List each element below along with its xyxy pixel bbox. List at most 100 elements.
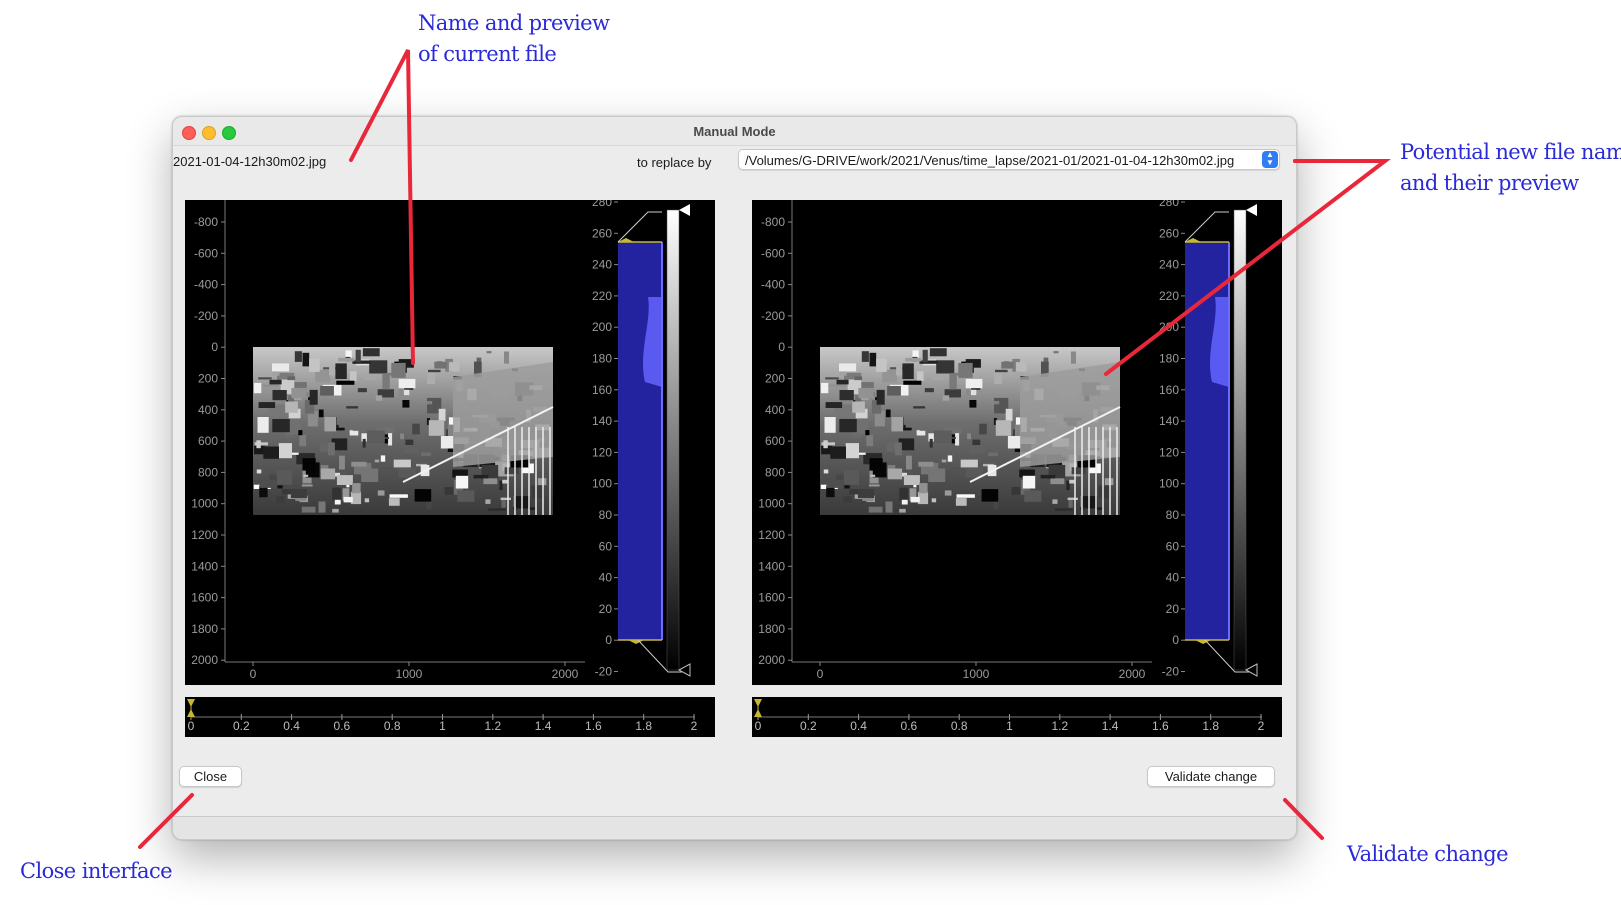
- image-detail: [421, 452, 431, 457]
- colorbar-top-handle-icon[interactable]: [679, 204, 690, 216]
- replacement-file-select[interactable]: /Volumes/G-DRIVE/work/2021/Venus/time_la…: [738, 149, 1280, 170]
- hist-tick-label: 0: [1172, 633, 1179, 647]
- slider-tick-label: 1.8: [635, 719, 652, 733]
- image-detail: [821, 382, 829, 394]
- image-detail: [257, 417, 269, 433]
- image-detail: [355, 349, 361, 363]
- colorbar-bottom-handle-icon[interactable]: [677, 663, 691, 677]
- annotation-new-file-line2: and their preview: [1400, 171, 1579, 195]
- image-detail: [272, 419, 290, 433]
- image-detail: [318, 501, 326, 513]
- image-detail: [327, 442, 335, 456]
- image-detail: [956, 494, 975, 498]
- image-detail: [969, 400, 977, 408]
- image-detail: [854, 376, 863, 381]
- annotation-validate: Validate change: [1347, 842, 1509, 866]
- image-detail: [852, 401, 865, 413]
- image-detail: [438, 408, 446, 421]
- image-detail: [440, 436, 454, 449]
- image-detail: [922, 349, 928, 363]
- image-detail: [349, 430, 359, 436]
- image-detail: [1071, 467, 1086, 475]
- image-detail: [1055, 508, 1073, 511]
- new-frame-slider[interactable]: 0 0.2 0.4 0.6 0.8 1 1.2 1.4 1.6 1.8 2: [752, 697, 1282, 737]
- image-detail: [970, 443, 986, 454]
- image-detail: [290, 489, 308, 498]
- image-detail: [287, 376, 296, 381]
- hist-tick-label: 80: [599, 508, 613, 522]
- image-detail: [259, 384, 279, 387]
- image-detail: [351, 461, 367, 467]
- image-detail: [269, 379, 282, 385]
- current-filename: 2021-01-04-12h30m02.jpg: [173, 154, 327, 169]
- slider-tick-label: 1: [439, 719, 446, 733]
- y-tick-label: 200: [765, 372, 785, 386]
- y-tick-label: 2000: [191, 653, 218, 667]
- hist-tick-label: 280: [592, 200, 612, 209]
- image-detail: [988, 452, 998, 457]
- hist-tick-label: 100: [1159, 477, 1179, 491]
- image-detail: [388, 433, 393, 446]
- image-detail: [894, 442, 902, 456]
- colorbar-bottom-handle-icon[interactable]: [1244, 663, 1258, 677]
- image-detail: [320, 468, 336, 480]
- image-detail: [872, 430, 891, 435]
- hist-tick-label: 160: [592, 383, 612, 397]
- title-bar[interactable]: Manual Mode: [173, 117, 1296, 146]
- image-detail: [377, 490, 385, 496]
- current-frame-slider[interactable]: 0 0.2 0.4 0.6 0.8 1 1.2 1.4 1.6 1.8 2: [185, 697, 715, 737]
- image-detail: [825, 377, 839, 380]
- y-tick-label: 600: [198, 434, 218, 448]
- image-detail: [285, 401, 298, 413]
- select-chevron-icon[interactable]: ▲ ▼: [1262, 151, 1278, 168]
- y-tick-label: 600: [765, 434, 785, 448]
- image-detail: [1098, 485, 1111, 499]
- image-detail: [918, 461, 934, 467]
- image-detail: [320, 386, 334, 396]
- y-tick-label: 1600: [758, 591, 785, 605]
- image-detail: [825, 402, 843, 408]
- hist-tick-label: 200: [1159, 320, 1179, 334]
- image-detail: [529, 507, 536, 510]
- slider-canvas: 0 0.2 0.4 0.6 0.8 1 1.2 1.4 1.6 1.8 2: [187, 699, 698, 733]
- image-detail: [1071, 351, 1076, 364]
- current-image-preview: [253, 347, 554, 515]
- hist-tick-label: 200: [592, 320, 612, 334]
- image-detail: [903, 475, 920, 485]
- image-detail: [903, 380, 922, 385]
- image-detail: [298, 430, 303, 436]
- image-detail: [349, 371, 357, 381]
- slider-tick-label: 0.6: [901, 719, 918, 733]
- colorbar-top-handle-icon[interactable]: [1246, 204, 1257, 216]
- hist-tick-label: 240: [592, 258, 612, 272]
- y-tick-label: -600: [761, 246, 785, 260]
- slider-tick-label: 0: [755, 719, 762, 733]
- y-tick-label: -200: [761, 309, 785, 323]
- current-image-viewer[interactable]: -800 -600 -400 -200 0 200 400 600 800 1000 1200 140…: [185, 200, 715, 685]
- image-detail: [955, 433, 960, 446]
- image-detail: [887, 468, 903, 480]
- image-detail: [485, 499, 491, 504]
- image-detail: [1007, 436, 1021, 449]
- y-tick-label: 1200: [758, 528, 785, 542]
- image-detail: [887, 386, 901, 396]
- image-detail: [388, 498, 400, 506]
- image-detail: [896, 364, 903, 376]
- image-detail: [302, 352, 310, 367]
- hist-tick-label: 260: [1159, 226, 1179, 240]
- hist-tick-label: 160: [1159, 383, 1179, 397]
- hist-tick-label: 40: [1166, 571, 1180, 585]
- image-detail: [375, 395, 383, 401]
- new-image-viewer[interactable]: -800 -600 -400 -200 0 200 400 600 800 1000 1200 140…: [752, 200, 1282, 685]
- hist-tick-label: 40: [599, 571, 613, 585]
- slider-tick-label: 0.4: [850, 719, 867, 733]
- close-button[interactable]: Close: [179, 766, 242, 787]
- image-detail: [885, 501, 893, 513]
- slider-tick-label: 1.6: [1152, 719, 1169, 733]
- image-detail: [1024, 490, 1042, 502]
- image-detail: [384, 467, 393, 470]
- image-detail: [504, 351, 509, 364]
- image-detail: [352, 483, 361, 494]
- manual-mode-window: Manual Mode 2021-01-04-12h30m02.jpg to r…: [172, 116, 1297, 840]
- validate-change-button[interactable]: Validate change: [1147, 766, 1275, 787]
